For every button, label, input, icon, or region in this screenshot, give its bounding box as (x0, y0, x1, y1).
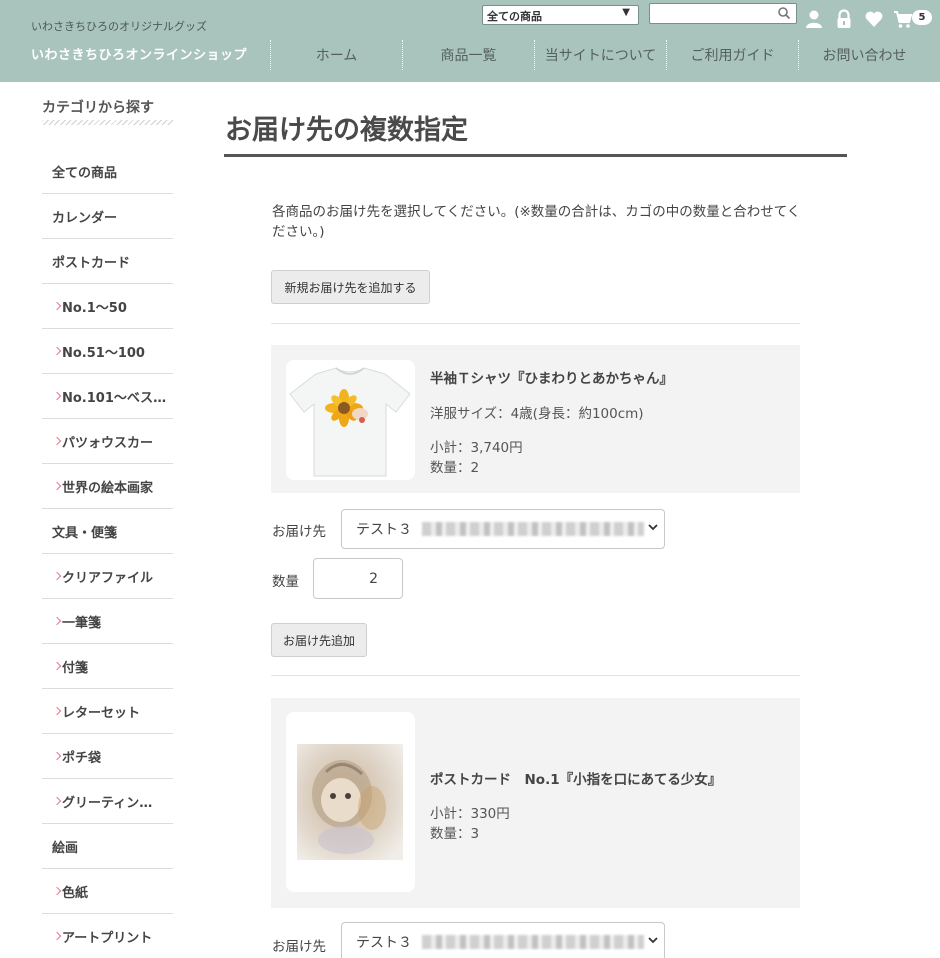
chevron-down-icon (648, 937, 658, 944)
category-item[interactable]: カレンダー (42, 194, 173, 239)
site-header: いわさきちひろのオリジナルグッズ いわさきちひろオンラインショップ 全ての商品 … (0, 0, 940, 82)
subcategory-label: No.51〜100 (62, 345, 145, 361)
site-tagline: いわさきちひろのオリジナルグッズ (31, 20, 207, 33)
quantity-input[interactable]: 2 (313, 558, 403, 599)
category-item[interactable]: 全ての商品 (42, 149, 173, 194)
title-underline (224, 154, 847, 157)
subcategory-label: クリアファイル (62, 570, 154, 586)
product-image-tshirt (286, 360, 415, 480)
subcategory-item[interactable]: No.51〜100 (42, 329, 173, 374)
divider (271, 675, 800, 676)
subcategory-item[interactable]: クリアファイル (42, 554, 173, 599)
subcategory-label: アートプリント (62, 930, 153, 946)
site-logo[interactable]: いわさきちひろオンラインショップ (31, 44, 247, 63)
subcategory-label: レターセット (62, 705, 141, 721)
page-title: お届け先の複数指定 (225, 115, 468, 146)
category-select-value: 全ての商品 (487, 10, 542, 23)
product-name: 半袖Ｔシャツ『ひまわりとあかちゃん』 (430, 371, 673, 387)
subcategory-label: No.1〜50 (62, 300, 127, 316)
subcategory-item[interactable]: パツォウスカー (42, 419, 173, 464)
shipping-address-value: テスト３ (356, 935, 412, 951)
product-quantity: 数量：2 (430, 460, 480, 476)
subcategory-item[interactable]: 世界の絵本画家 (42, 464, 173, 509)
postcard-girl-image (286, 712, 415, 892)
triangle-down-icon: ▼ (622, 7, 630, 18)
subcategory-label: 色紙 (62, 885, 89, 901)
shipping-address-label: お届け先 (272, 524, 326, 540)
user-icon[interactable] (804, 9, 824, 29)
category-list: 全ての商品 カレンダー ポストカード No.1〜50 No.51〜100 No.… (42, 149, 173, 958)
shipping-address-select[interactable]: テスト３ (341, 922, 665, 958)
nav-home[interactable]: ホーム (270, 40, 402, 70)
subcategory-item[interactable]: No.1〜50 (42, 284, 173, 329)
search-icon[interactable] (777, 6, 791, 20)
chevron-down-icon (648, 524, 658, 531)
subcategory-label: ポチ袋 (62, 750, 102, 766)
subcategory-item[interactable]: 付箋 (42, 644, 173, 689)
subcategory-label: パツォウスカー (62, 435, 154, 451)
subcategory-item[interactable]: レターセット (42, 689, 173, 734)
subcategory-item[interactable]: ポチ袋 (42, 734, 173, 779)
quantity-label: 数量 (272, 574, 299, 590)
search-input[interactable] (649, 3, 797, 24)
cart-icon[interactable] (893, 9, 913, 29)
subcategory-item[interactable]: グリーティン… (42, 779, 173, 824)
product-card: 半袖Ｔシャツ『ひまわりとあかちゃん』 洋服サイズ：4歳(身長：約100cm) 小… (271, 345, 800, 493)
subcategory-item[interactable]: No.101〜ベス… (42, 374, 173, 419)
product-quantity: 数量：3 (430, 826, 480, 842)
instructions-text: 各商品のお届け先を選択してください。(※数量の合計は、カゴの中の数量と合わせてく… (272, 204, 801, 240)
nav-contact[interactable]: お問い合わせ (798, 40, 930, 70)
redacted-address (422, 522, 644, 536)
product-name: ポストカード No.1『小指を口にあてる少女』 (430, 772, 722, 788)
add-shipping-address-button[interactable]: お届け先追加 (271, 623, 367, 657)
shipping-address-label: お届け先 (272, 939, 326, 955)
product-size: 洋服サイズ：4歳(身長：約100cm) (430, 406, 644, 422)
subcategory-label: No.101〜ベス… (62, 390, 167, 406)
subcategory-label: 一筆箋 (62, 615, 102, 631)
lock-icon[interactable] (834, 9, 854, 29)
nav-about[interactable]: 当サイトについて (534, 40, 666, 70)
category-item[interactable]: 絵画 (42, 824, 173, 869)
subcategory-item[interactable]: 色紙 (42, 869, 173, 914)
sidebar-title: カテゴリから探す (42, 100, 154, 116)
category-item[interactable]: 文具・便箋 (42, 509, 173, 554)
divider (271, 323, 800, 324)
product-subtotal: 小計：3,740円 (430, 440, 523, 456)
shipping-address-select[interactable]: テスト３ (341, 509, 665, 549)
heart-icon[interactable] (864, 9, 884, 29)
cart-count-badge: 5 (912, 10, 932, 25)
sidebar-title-divider (42, 120, 173, 125)
nav-products[interactable]: 商品一覧 (402, 40, 534, 70)
product-subtotal: 小計：330円 (430, 806, 510, 822)
product-image-postcard (286, 712, 415, 892)
subcategory-label: 世界の絵本画家 (62, 480, 154, 496)
subcategory-item[interactable]: アートプリント (42, 914, 173, 958)
product-card: ポストカード No.1『小指を口にあてる少女』 小計：330円 数量：3 (271, 698, 800, 908)
subcategory-label: 付箋 (62, 660, 89, 676)
nav-guide[interactable]: ご利用ガイド (666, 40, 798, 70)
global-nav: ホーム 商品一覧 当サイトについて ご利用ガイド お問い合わせ (270, 40, 930, 70)
add-new-address-button[interactable]: 新規お届け先を追加する (271, 270, 430, 304)
subcategory-label: グリーティン… (62, 795, 153, 811)
redacted-address (422, 935, 644, 949)
shipping-address-value: テスト３ (356, 522, 412, 538)
subcategory-item[interactable]: 一筆箋 (42, 599, 173, 644)
category-item[interactable]: ポストカード (42, 239, 173, 284)
category-select[interactable]: 全ての商品 ▼ (482, 5, 639, 25)
tshirt-sunflower-image (286, 360, 415, 480)
